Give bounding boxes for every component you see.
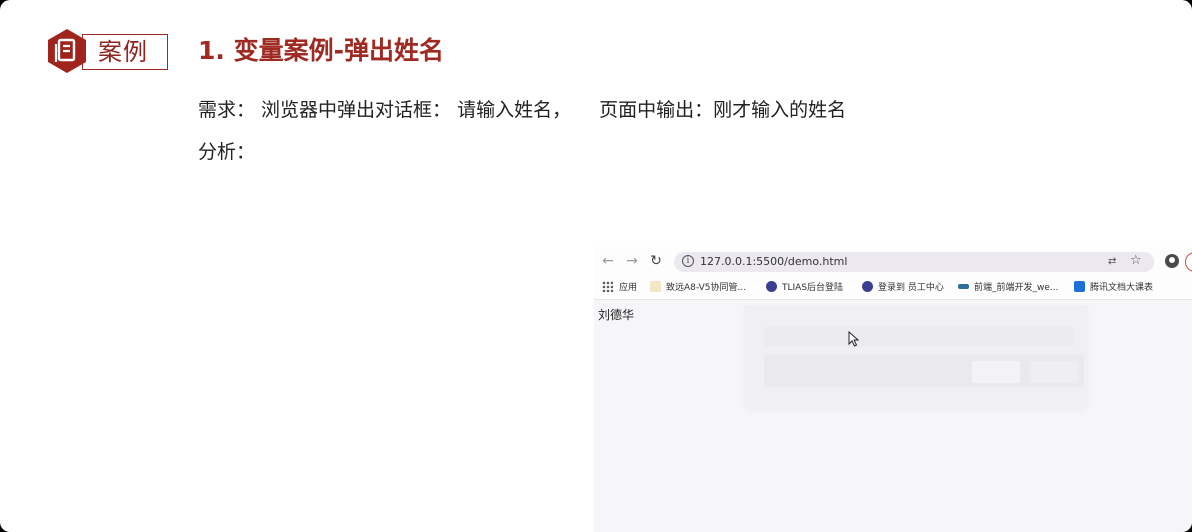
apps-grid-icon	[602, 281, 613, 292]
bookmark-star-icon[interactable]: ☆	[1130, 253, 1142, 269]
bookmark-label: 前端_前端开发_we...	[974, 283, 1059, 293]
browser-toolbar: ← → ↻ i 127.0.0.1:5500/demo.html ⇄ ☆	[594, 247, 1192, 277]
document-icon	[48, 29, 86, 73]
bookmark-tlias[interactable]: TLIAS后台登陆	[766, 280, 843, 296]
bookmark-tencent-docs[interactable]: 腾讯文档大课表	[1074, 280, 1153, 296]
bookmark-apps[interactable]: 应用	[602, 280, 637, 296]
requirement-part-1: 需求： 浏览器中弹出对话框： 请输入姓名，	[198, 99, 572, 121]
info-icon[interactable]: i	[682, 255, 694, 267]
slide: 案例 1. 变量案例-弹出姓名 需求： 浏览器中弹出对话框： 请输入姓名， 页面中…	[0, 0, 1192, 532]
bookmark-staff-center[interactable]: 登录到 员工中心	[862, 280, 944, 296]
staff-center-icon	[862, 281, 873, 292]
tencent-docs-icon	[1074, 281, 1085, 292]
extension-button[interactable]	[1185, 252, 1192, 272]
back-arrow-icon[interactable]: ←	[600, 253, 616, 269]
requirement-part-2: 页面中输出：刚才输入的姓名	[599, 99, 847, 121]
dialog-ghost-title	[764, 327, 1074, 347]
requirement-text: 需求： 浏览器中弹出对话框： 请输入姓名， 页面中输出：刚才输入的姓名	[198, 96, 846, 124]
forward-arrow-icon[interactable]: →	[624, 253, 640, 269]
mouse-cursor-icon	[848, 331, 860, 347]
reload-icon[interactable]: ↻	[648, 253, 664, 269]
frontend-icon	[958, 284, 969, 289]
bookmark-label: 应用	[619, 283, 638, 293]
page-title: 1. 变量案例-弹出姓名	[198, 36, 444, 65]
bookmark-label: 致远A8-V5协同管...	[666, 283, 747, 293]
bookmark-a8[interactable]: 致远A8-V5协同管...	[650, 280, 746, 296]
analysis-label: 分析：	[198, 141, 256, 163]
address-bar[interactable]: i 127.0.0.1:5500/demo.html ⇄ ☆	[674, 252, 1154, 272]
page-output-text: 刘德华	[598, 308, 635, 322]
case-badge: 案例	[46, 28, 170, 74]
bookmarks-bar: 应用 致远A8-V5协同管... TLIAS后台登陆 登录到 员工中心 前端_前…	[594, 277, 1192, 300]
bookmark-label: 登录到 员工中心	[878, 283, 944, 293]
fading-dialog	[744, 305, 1088, 409]
profile-icon[interactable]	[1165, 254, 1179, 268]
translate-icon[interactable]: ⇄	[1108, 255, 1116, 269]
badge-label: 案例	[98, 38, 148, 66]
url-text[interactable]: 127.0.0.1:5500/demo.html	[700, 254, 847, 270]
bookmark-frontend[interactable]: 前端_前端开发_we...	[958, 280, 1058, 296]
dialog-ghost-ok-button	[972, 361, 1020, 383]
browser-screenshot: ← → ↻ i 127.0.0.1:5500/demo.html ⇄ ☆ 应用 …	[594, 247, 1192, 532]
tlias-logo-icon	[766, 281, 777, 292]
bookmark-label: 腾讯文档大课表	[1090, 283, 1154, 293]
bookmark-label: TLIAS后台登陆	[782, 283, 844, 293]
dialog-ghost-cancel-button	[1030, 361, 1078, 383]
a8-logo-icon	[650, 281, 661, 292]
